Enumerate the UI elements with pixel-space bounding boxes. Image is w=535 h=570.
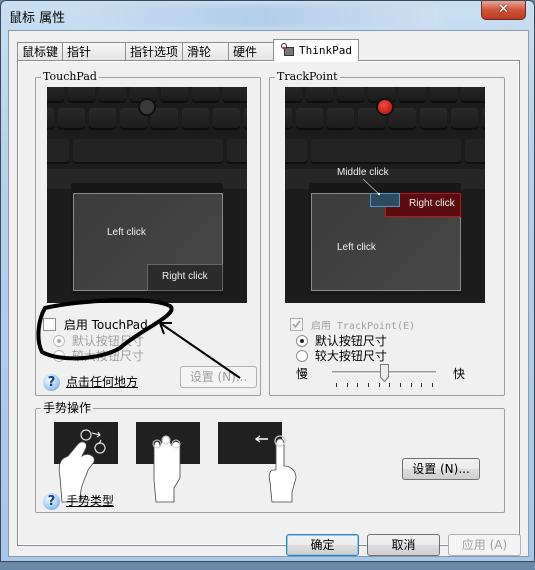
touchpad-left-click-label: Left click	[107, 227, 146, 238]
speed-slider-tick	[357, 383, 359, 387]
trackpoint-nub-icon	[140, 100, 154, 114]
touchpad-larger-button-size-label: 较大按钮尺寸	[71, 349, 144, 363]
speed-slider-thumb[interactable]	[379, 364, 389, 383]
rotate-gesture-image	[54, 422, 118, 503]
speed-slow-label: 慢	[296, 367, 309, 381]
touchpad-larger-button-size-radio[interactable]: 较大按钮尺寸	[53, 347, 144, 364]
touchpad-group: TouchPad Left click Right click 启用 Touch…	[35, 70, 261, 396]
rotate-gesture-hand-icon	[58, 429, 106, 503]
help-icon: ?	[43, 374, 60, 391]
speed-slider-tick	[400, 383, 401, 387]
enable-trackpoint-checkbox[interactable]: 启用 TrackPoint(E)	[290, 317, 415, 332]
tab-pointer-options[interactable]: 指针选项	[125, 42, 184, 61]
speed-slider-tick	[368, 383, 369, 387]
tab-wheel[interactable]: 滑轮	[182, 42, 230, 61]
speed-slider-tick	[421, 383, 423, 387]
three-finger-gesture-hand-icon	[152, 435, 181, 503]
touchpad-illustration: Left click Right click	[47, 87, 247, 303]
edge-swipe-gesture-hand-icon	[254, 435, 297, 503]
gesture-types-link[interactable]: 手势类型	[66, 492, 114, 509]
tab-pointers[interactable]: 指针	[62, 42, 127, 61]
touchpad-settings-button[interactable]: 设置 (N)...	[180, 366, 257, 388]
speed-slider-tick	[336, 383, 337, 387]
speed-slider-tick	[389, 383, 391, 387]
speed-slider-tick	[432, 383, 433, 387]
edge-swipe-gesture-image	[218, 422, 297, 503]
cancel-button[interactable]: 取消	[367, 534, 440, 556]
speed-slider-tick	[346, 383, 348, 387]
close-icon: ✕	[498, 2, 509, 17]
trackpoint-left-click-label: Left click	[337, 242, 376, 253]
enable-touchpad-label: 启用 TouchPad	[63, 318, 148, 332]
title-bar-blur	[81, 5, 441, 27]
trackpoint-illustration: Middle click Right click Left click	[285, 87, 485, 303]
ok-button[interactable]: 确定	[286, 534, 359, 556]
trackpoint-right-click-label: Right click	[409, 198, 455, 209]
touchpad-group-label: TouchPad	[41, 70, 99, 84]
enable-trackpoint-label: 启用 TrackPoint(E)	[310, 321, 416, 332]
speed-slider-tick	[410, 383, 412, 387]
touchpad-default-button-size-label: 默认按钮尺寸	[71, 334, 144, 348]
trackpoint-default-button-size-label: 默认按钮尺寸	[314, 334, 387, 348]
touchpad-help: ?	[43, 371, 60, 391]
tab-hardware[interactable]: 硬件	[228, 42, 275, 61]
close-button[interactable]: ✕	[481, 1, 526, 20]
thinkpad-tab-panel: TouchPad Left click Right click 启用 Touch…	[17, 60, 520, 546]
enable-touchpad-checkbox-box[interactable]	[43, 318, 56, 331]
dialog-client: 鼠标键 指针 指针选项 滑轮 硬件 ThinkPad TouchPad Left…	[8, 30, 529, 557]
tab-thinkpad[interactable]: ThinkPad	[273, 39, 360, 61]
three-finger-gesture-image	[136, 422, 200, 503]
touchpad-right-click-label: Right click	[162, 271, 208, 282]
enable-trackpoint-checkbox-box[interactable]	[290, 318, 303, 331]
trackpoint-group-label: TrackPoint	[275, 70, 340, 84]
speed-slider[interactable]	[332, 364, 436, 388]
window-title: 鼠标 属性	[9, 11, 66, 26]
trackpoint-larger-button-size-label: 较大按钮尺寸	[314, 349, 387, 363]
gesture-group: 手势操作 设置 (N)... ? 手势类型	[35, 401, 505, 513]
thinkpad-mouse-icon	[280, 43, 295, 57]
apply-button[interactable]: 应用 (A)	[448, 534, 521, 556]
tab-strip: 鼠标键 指针 指针选项 滑轮 硬件 ThinkPad	[17, 39, 360, 61]
speed-slider-tick	[378, 383, 380, 387]
gesture-group-label: 手势操作	[41, 401, 94, 415]
tab-thinkpad-label: ThinkPad	[299, 44, 353, 57]
middle-click-label: Middle click	[337, 167, 389, 178]
tab-mouse-buttons[interactable]: 鼠标键	[17, 42, 64, 61]
touchpad-help-link[interactable]: 点击任何地方	[66, 373, 138, 390]
trackpoint-group: TrackPoint Middle click Right click Left…	[269, 70, 505, 396]
gesture-help: ?	[43, 490, 60, 510]
trackpoint-larger-button-size-radio[interactable]: 较大按钮尺寸	[296, 347, 387, 364]
gesture-settings-button[interactable]: 设置 (N)...	[402, 458, 480, 480]
help-icon: ?	[43, 493, 60, 510]
mouse-properties-window: 鼠标 属性 ✕ 鼠标键 指针 指针选项 滑轮 硬件 ThinkPad Touch…	[0, 0, 535, 562]
speed-fast-label: 快	[453, 367, 466, 381]
enable-touchpad-checkbox[interactable]: 启用 TouchPad	[43, 316, 148, 333]
